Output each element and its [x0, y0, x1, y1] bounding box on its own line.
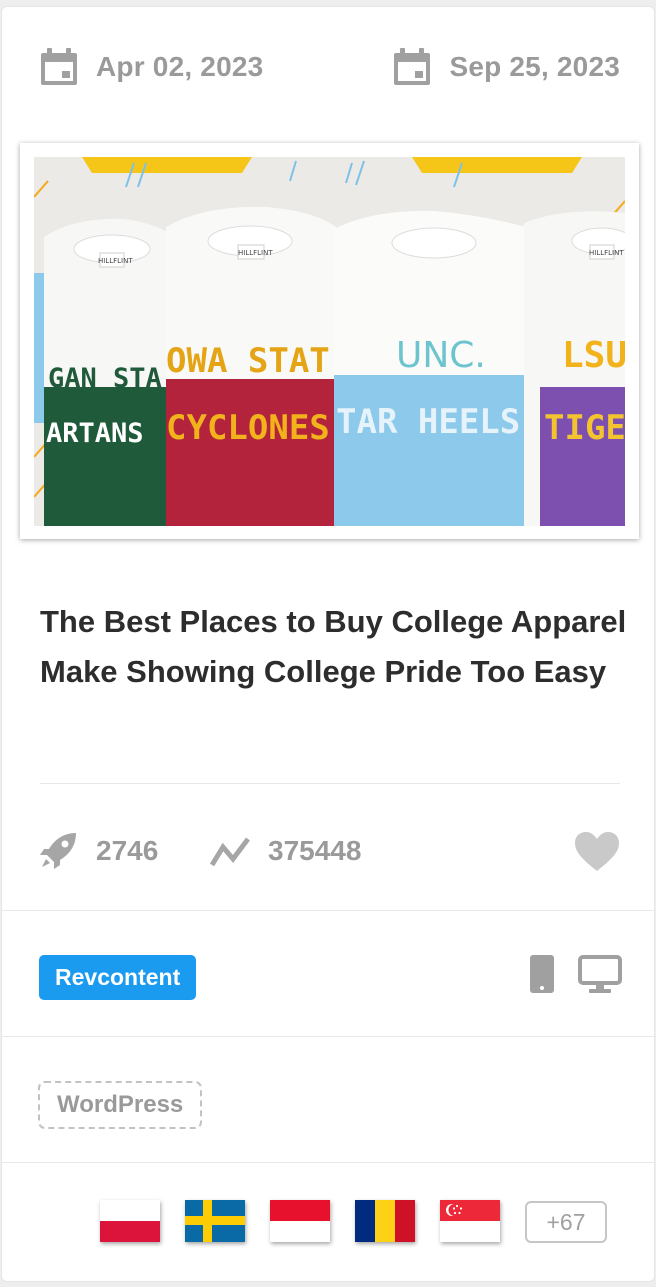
divider [40, 783, 620, 784]
platform-tag[interactable]: WordPress [38, 1081, 203, 1129]
shirt-4-top-text: LSU [562, 335, 625, 376]
section-divider [2, 1162, 656, 1163]
shirt-1-bottom-text: ARTANS [46, 418, 144, 449]
shirt-3-top-text: UNC. [396, 335, 486, 376]
shirt-label-1: HILLFLINT [98, 257, 133, 265]
shirt-4-bottom-text: TIGE [544, 408, 625, 448]
section-divider [2, 910, 656, 911]
calendar-icon [41, 48, 77, 85]
shirt-2-bottom-text: CYCLONES [166, 408, 330, 448]
stats-row: 2746 375448 [2, 819, 656, 879]
votes-stat: 2746 [38, 829, 158, 873]
poland-flag [100, 1200, 160, 1242]
shirt-2-top-text: OWA STAT [166, 341, 330, 381]
start-date: Apr 02, 2023 [38, 45, 263, 89]
section-divider [2, 1036, 656, 1037]
country-flags: +67 [2, 1197, 656, 1247]
ad-card: Apr 02, 2023 Sep 25, 2023 GAN STA ARTANS… [1, 6, 656, 1282]
more-countries-button[interactable]: +67 [525, 1201, 607, 1243]
ad-image-illustration: GAN STA ARTANS OWA STAT CYCLONES UNC. TA… [34, 157, 625, 526]
votes-count: 2746 [96, 835, 159, 866]
network-row: Revcontent [2, 947, 656, 1017]
mobile-icon [530, 955, 554, 993]
calendar-icon [394, 48, 431, 85]
shirt-label-4: HILLFLINT [589, 249, 624, 257]
rocket-icon [40, 833, 76, 869]
ad-title[interactable]: The Best Places to Buy College Apparel M… [40, 597, 630, 697]
network-badge[interactable]: Revcontent [39, 955, 197, 1000]
trend-count: 375448 [268, 835, 362, 866]
sweden-flag [185, 1200, 245, 1242]
trend-icon [210, 837, 250, 867]
start-date-text: Apr 02, 2023 [96, 51, 264, 82]
shirt-label-2: HILLFLINT [238, 249, 273, 257]
heart-icon[interactable] [574, 831, 620, 873]
romania-flag [355, 1200, 415, 1242]
singapore-flag [440, 1200, 500, 1242]
trend-stat: 375448 [210, 829, 361, 873]
shirt-1-top-text: GAN STA [48, 363, 162, 394]
monaco-flag [270, 1200, 330, 1242]
end-date-text: Sep 25, 2023 [449, 51, 620, 82]
shirt-3-bottom-text: TAR HEELS [336, 402, 520, 442]
date-range: Apr 02, 2023 Sep 25, 2023 [2, 7, 656, 127]
desktop-icon [578, 955, 622, 993]
ad-image[interactable]: GAN STA ARTANS OWA STAT CYCLONES UNC. TA… [20, 143, 639, 539]
end-date: Sep 25, 2023 [391, 45, 620, 89]
